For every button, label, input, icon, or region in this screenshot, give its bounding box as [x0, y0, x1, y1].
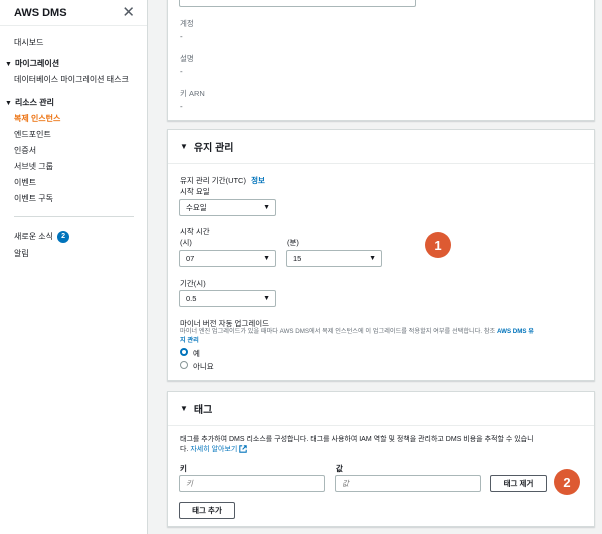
kms-key-select[interactable]: ▼	[179, 0, 416, 7]
sidebar-item-event-subscriptions[interactable]: 이벤트 구독	[14, 193, 53, 204]
key-arn-value: -	[180, 102, 183, 111]
maintenance-window-label: 유지 관리 기간(UTC) 정보	[180, 175, 265, 186]
sidebar-item-certificates[interactable]: 인증서	[14, 145, 36, 156]
sidebar-item-endpoints[interactable]: 엔드포인트	[14, 129, 51, 140]
navigation-sidebar: AWS DMS ✕ 대시보드 ▼ 마이그레이션 데이터베이스 마이그레이션 태스크…	[0, 0, 148, 534]
duration-value: 0.5	[186, 294, 197, 303]
sidebar-item-label: 새로운 소식	[14, 232, 54, 242]
auto-upgrade-description: 마이너 엔진 업그레이드가 있을 때마다 AWS DMS에서 복제 인스턴스에 …	[180, 326, 534, 335]
sidebar-item-notifications[interactable]: 알림	[14, 248, 29, 259]
auto-upgrade-desc-text: 마이너 엔진 업그레이드가 있을 때마다 AWS DMS에서 복제 인스턴스에 …	[180, 328, 496, 335]
sidebar-item-events[interactable]: 이벤트	[14, 177, 36, 188]
account-value: -	[180, 32, 183, 41]
sidebar-section-migration[interactable]: ▼ 마이그레이션	[5, 58, 59, 69]
minute-label: (분)	[287, 238, 299, 247]
hour-value: 07	[186, 254, 195, 263]
start-day-value: 수요일	[186, 203, 207, 212]
chevron-down-icon: ▼	[403, 0, 410, 2]
caret-down-icon: ▼	[5, 100, 12, 107]
sidebar-section-label: 마이그레이션	[14, 59, 60, 68]
auto-upgrade-no-radio[interactable]	[180, 361, 188, 369]
sidebar-section-resource-management[interactable]: ▼ 리소스 관리	[5, 97, 54, 108]
chevron-down-icon: ▼	[263, 204, 270, 211]
hour-label: (시)	[180, 238, 192, 247]
key-arn-label: 키 ARN	[180, 89, 205, 98]
start-minute-select[interactable]: 15 ▼	[286, 250, 382, 267]
step-marker-2: 2	[554, 469, 580, 495]
caret-down-icon: ▼	[180, 404, 188, 413]
remove-tag-button[interactable]: 태그 제거	[490, 475, 547, 492]
close-icon[interactable]: ✕	[122, 5, 135, 20]
sidebar-title: AWS DMS	[14, 6, 67, 19]
duration-select[interactable]: 0.5 ▼	[179, 290, 276, 307]
sidebar-section-label: 리소스 관리	[14, 98, 54, 107]
start-day-label: 시작 요일	[180, 187, 210, 196]
tag-value-input[interactable]	[335, 475, 481, 492]
info-link[interactable]: 정보	[251, 176, 265, 185]
tags-title: 태그	[193, 405, 213, 416]
tags-panel: ▼ 태그 태그를 추가하여 DMS 리소스를 구성합니다. 태그를 사용하여 I…	[167, 391, 595, 527]
chevron-down-icon: ▼	[263, 255, 270, 262]
chevron-down-icon: ▼	[263, 295, 270, 302]
sidebar-header: AWS DMS ✕	[0, 0, 147, 26]
window-label-text: 유지 관리 기간(UTC)	[180, 176, 246, 185]
start-time-label: 시작 시간	[180, 227, 210, 236]
start-day-select[interactable]: 수요일 ▼	[179, 199, 276, 216]
description-label: 설명	[180, 54, 194, 63]
maintenance-panel: ▼ 유지 관리 유지 관리 기간(UTC) 정보 시작 요일 수요일 ▼ 시작 …	[167, 129, 595, 381]
sidebar-item-db-migration-tasks[interactable]: 데이터베이스 마이그레이션 태스크	[14, 74, 129, 85]
maintenance-title: 유지 관리	[193, 143, 234, 154]
description-value: -	[180, 67, 183, 76]
sidebar-item-subnet-groups[interactable]: 서브넷 그룹	[14, 161, 53, 172]
auto-upgrade-yes-radio[interactable]	[180, 348, 188, 356]
maintenance-header[interactable]: ▼ 유지 관리	[168, 130, 594, 164]
tags-description-end: 다. 자세히 알아보기	[180, 444, 248, 454]
sidebar-item-replication-instances[interactable]: 복제 인스턴스	[14, 113, 60, 124]
chevron-down-icon: ▼	[369, 255, 376, 262]
account-label: 계정	[180, 19, 194, 28]
tag-value-label: 값	[336, 464, 343, 473]
add-tag-button[interactable]: 태그 추가	[179, 502, 235, 519]
tags-desc-end-text: 다.	[180, 446, 189, 453]
caret-down-icon: ▼	[180, 142, 188, 151]
caret-down-icon: ▼	[5, 61, 12, 68]
sidebar-item-whats-new[interactable]: 새로운 소식 2	[14, 231, 70, 243]
tags-header[interactable]: ▼ 태그	[168, 392, 594, 426]
details-panel: ▼ 계정 - 설명 - 키 ARN -	[167, 0, 595, 121]
tag-key-input[interactable]	[179, 475, 325, 492]
duration-label: 기간(시)	[180, 279, 206, 288]
learn-more-link[interactable]: 자세히 알아보기	[190, 446, 237, 453]
count-badge: 2	[57, 231, 70, 243]
step-marker-1: 1	[425, 232, 451, 258]
maintenance-doc-link-cont[interactable]: 지 관리	[180, 335, 199, 344]
maintenance-doc-link[interactable]: AWS DMS 유	[497, 328, 534, 335]
sidebar-divider	[14, 216, 134, 217]
external-link-icon	[239, 445, 248, 453]
tags-description: 태그를 추가하여 DMS 리소스를 구성합니다. 태그를 사용하여 IAM 역할…	[180, 436, 534, 443]
option-yes-label: 예	[193, 349, 200, 358]
start-hour-select[interactable]: 07 ▼	[179, 250, 276, 267]
tag-key-label: 키	[180, 464, 187, 473]
sidebar-item-dashboard[interactable]: 대시보드	[14, 37, 43, 48]
minute-value: 15	[293, 254, 302, 263]
option-no-label: 아니요	[193, 362, 214, 371]
